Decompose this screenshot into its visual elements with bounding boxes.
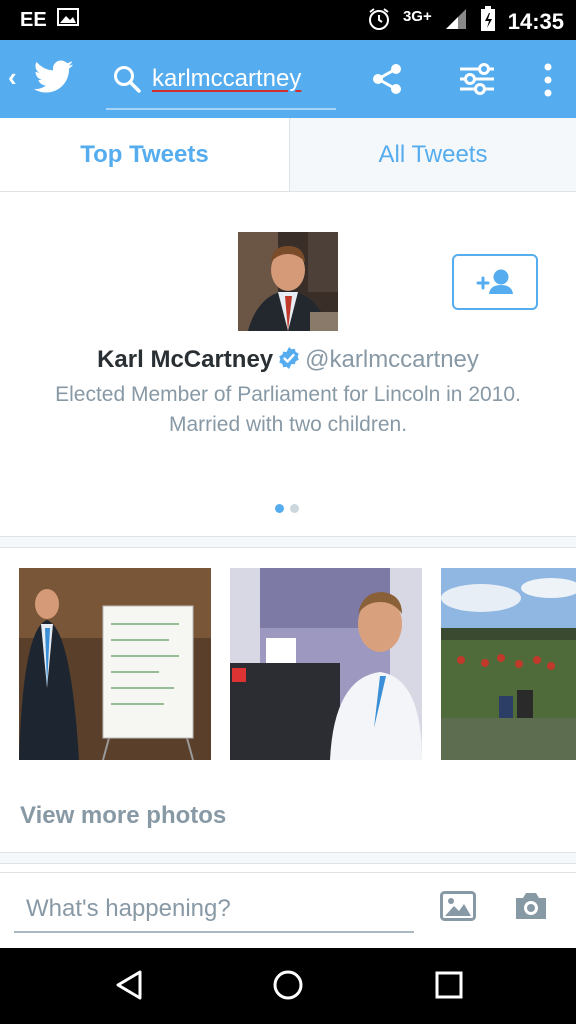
verified-icon	[277, 346, 301, 377]
search-icon	[112, 64, 142, 99]
tab-bar: Top Tweets All Tweets	[0, 118, 576, 192]
profile-name-row: Karl McCartney @karlmccartney	[0, 346, 576, 377]
battery-icon	[480, 6, 496, 38]
profile-handle[interactable]: @karlmccartney	[305, 346, 479, 373]
search-query[interactable]: karlmccartney	[152, 65, 301, 93]
tab-top-tweets[interactable]: Top Tweets	[0, 118, 289, 191]
alarm-icon	[367, 7, 391, 37]
clock: 14:35	[507, 9, 564, 34]
photo-thumbnail[interactable]	[230, 568, 422, 760]
signal-icon	[444, 7, 468, 37]
gallery-notification-icon	[56, 8, 79, 32]
bio-line: Married with two children.	[168, 413, 408, 436]
back-chevron-icon[interactable]: ‹	[8, 62, 17, 93]
share-icon[interactable]	[370, 62, 404, 101]
twitter-bird-icon[interactable]	[33, 60, 74, 99]
follow-icon	[476, 269, 513, 294]
carrier-label: EE	[20, 8, 47, 31]
search-field[interactable]: karlmccartney	[106, 54, 336, 110]
section-divider	[0, 536, 576, 548]
app-bar: ‹ karlmccartney	[0, 40, 576, 118]
tab-all-tweets[interactable]: All Tweets	[289, 118, 576, 191]
status-bar: EE 3G+ 14:35	[0, 0, 576, 40]
follow-button[interactable]	[452, 254, 538, 310]
nav-recents-icon[interactable]	[432, 968, 466, 1007]
carousel-pager	[275, 504, 299, 513]
system-nav-bar	[0, 948, 576, 1024]
compose-bar: What's happening?	[0, 872, 576, 948]
pager-dot-active[interactable]	[275, 504, 284, 513]
profile-bio: Elected Member of Parliament for Lincoln…	[20, 380, 556, 440]
compose-input[interactable]: What's happening?	[14, 889, 414, 933]
view-more-photos-link[interactable]: View more photos	[20, 802, 226, 830]
network-type-label: 3G+	[402, 7, 432, 25]
photo-thumbnail[interactable]	[441, 568, 576, 760]
profile-name[interactable]: Karl McCartney	[97, 346, 273, 373]
photo-thumbnail[interactable]	[19, 568, 211, 760]
camera-icon[interactable]	[513, 891, 549, 926]
filter-icon[interactable]	[458, 62, 496, 101]
section-divider	[0, 852, 576, 864]
nav-back-icon[interactable]	[112, 968, 146, 1007]
nav-home-icon[interactable]	[271, 968, 305, 1007]
bio-line: Elected Member of Parliament for Lincoln…	[55, 383, 521, 406]
avatar[interactable]	[238, 232, 338, 331]
image-icon[interactable]	[440, 891, 476, 926]
pager-dot[interactable]	[290, 504, 299, 513]
more-vert-icon[interactable]	[540, 62, 556, 103]
